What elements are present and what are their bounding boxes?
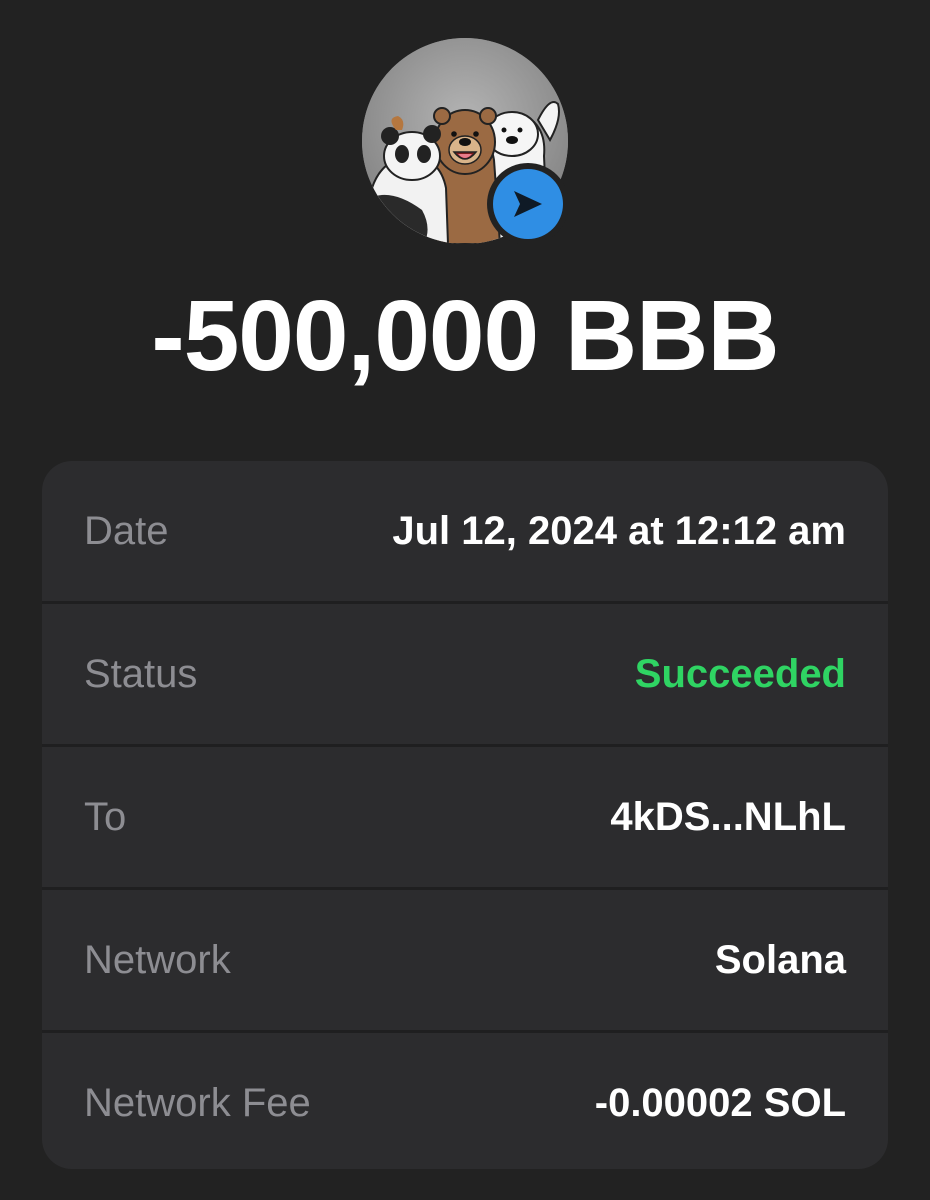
recipient-row[interactable]: To 4kDS...NLhL — [42, 747, 888, 890]
status-row: Status Succeeded — [42, 604, 888, 747]
recipient-label: To — [84, 794, 127, 839]
status-label: Status — [84, 651, 198, 696]
network-fee-row: Network Fee -0.00002 SOL — [42, 1033, 888, 1169]
network-row: Network Solana — [42, 890, 888, 1033]
send-badge — [487, 163, 569, 245]
date-row: Date Jul 12, 2024 at 12:12 am — [42, 461, 888, 604]
send-arrow-icon — [493, 169, 563, 239]
transaction-details-card: Date Jul 12, 2024 at 12:12 am Status Suc… — [42, 461, 888, 1169]
recipient-avatar-container — [362, 38, 569, 245]
transaction-amount: -500,000 BBB — [151, 280, 779, 392]
recipient-address[interactable]: 4kDS...NLhL — [610, 795, 846, 840]
status-value: Succeeded — [634, 651, 846, 696]
date-value: Jul 12, 2024 at 12:12 am — [392, 508, 846, 553]
network-fee-value: -0.00002 SOL — [594, 1080, 846, 1125]
network-value: Solana — [714, 937, 846, 982]
network-fee-label: Network Fee — [84, 1080, 311, 1125]
date-label: Date — [84, 508, 169, 553]
network-label: Network — [84, 937, 231, 982]
